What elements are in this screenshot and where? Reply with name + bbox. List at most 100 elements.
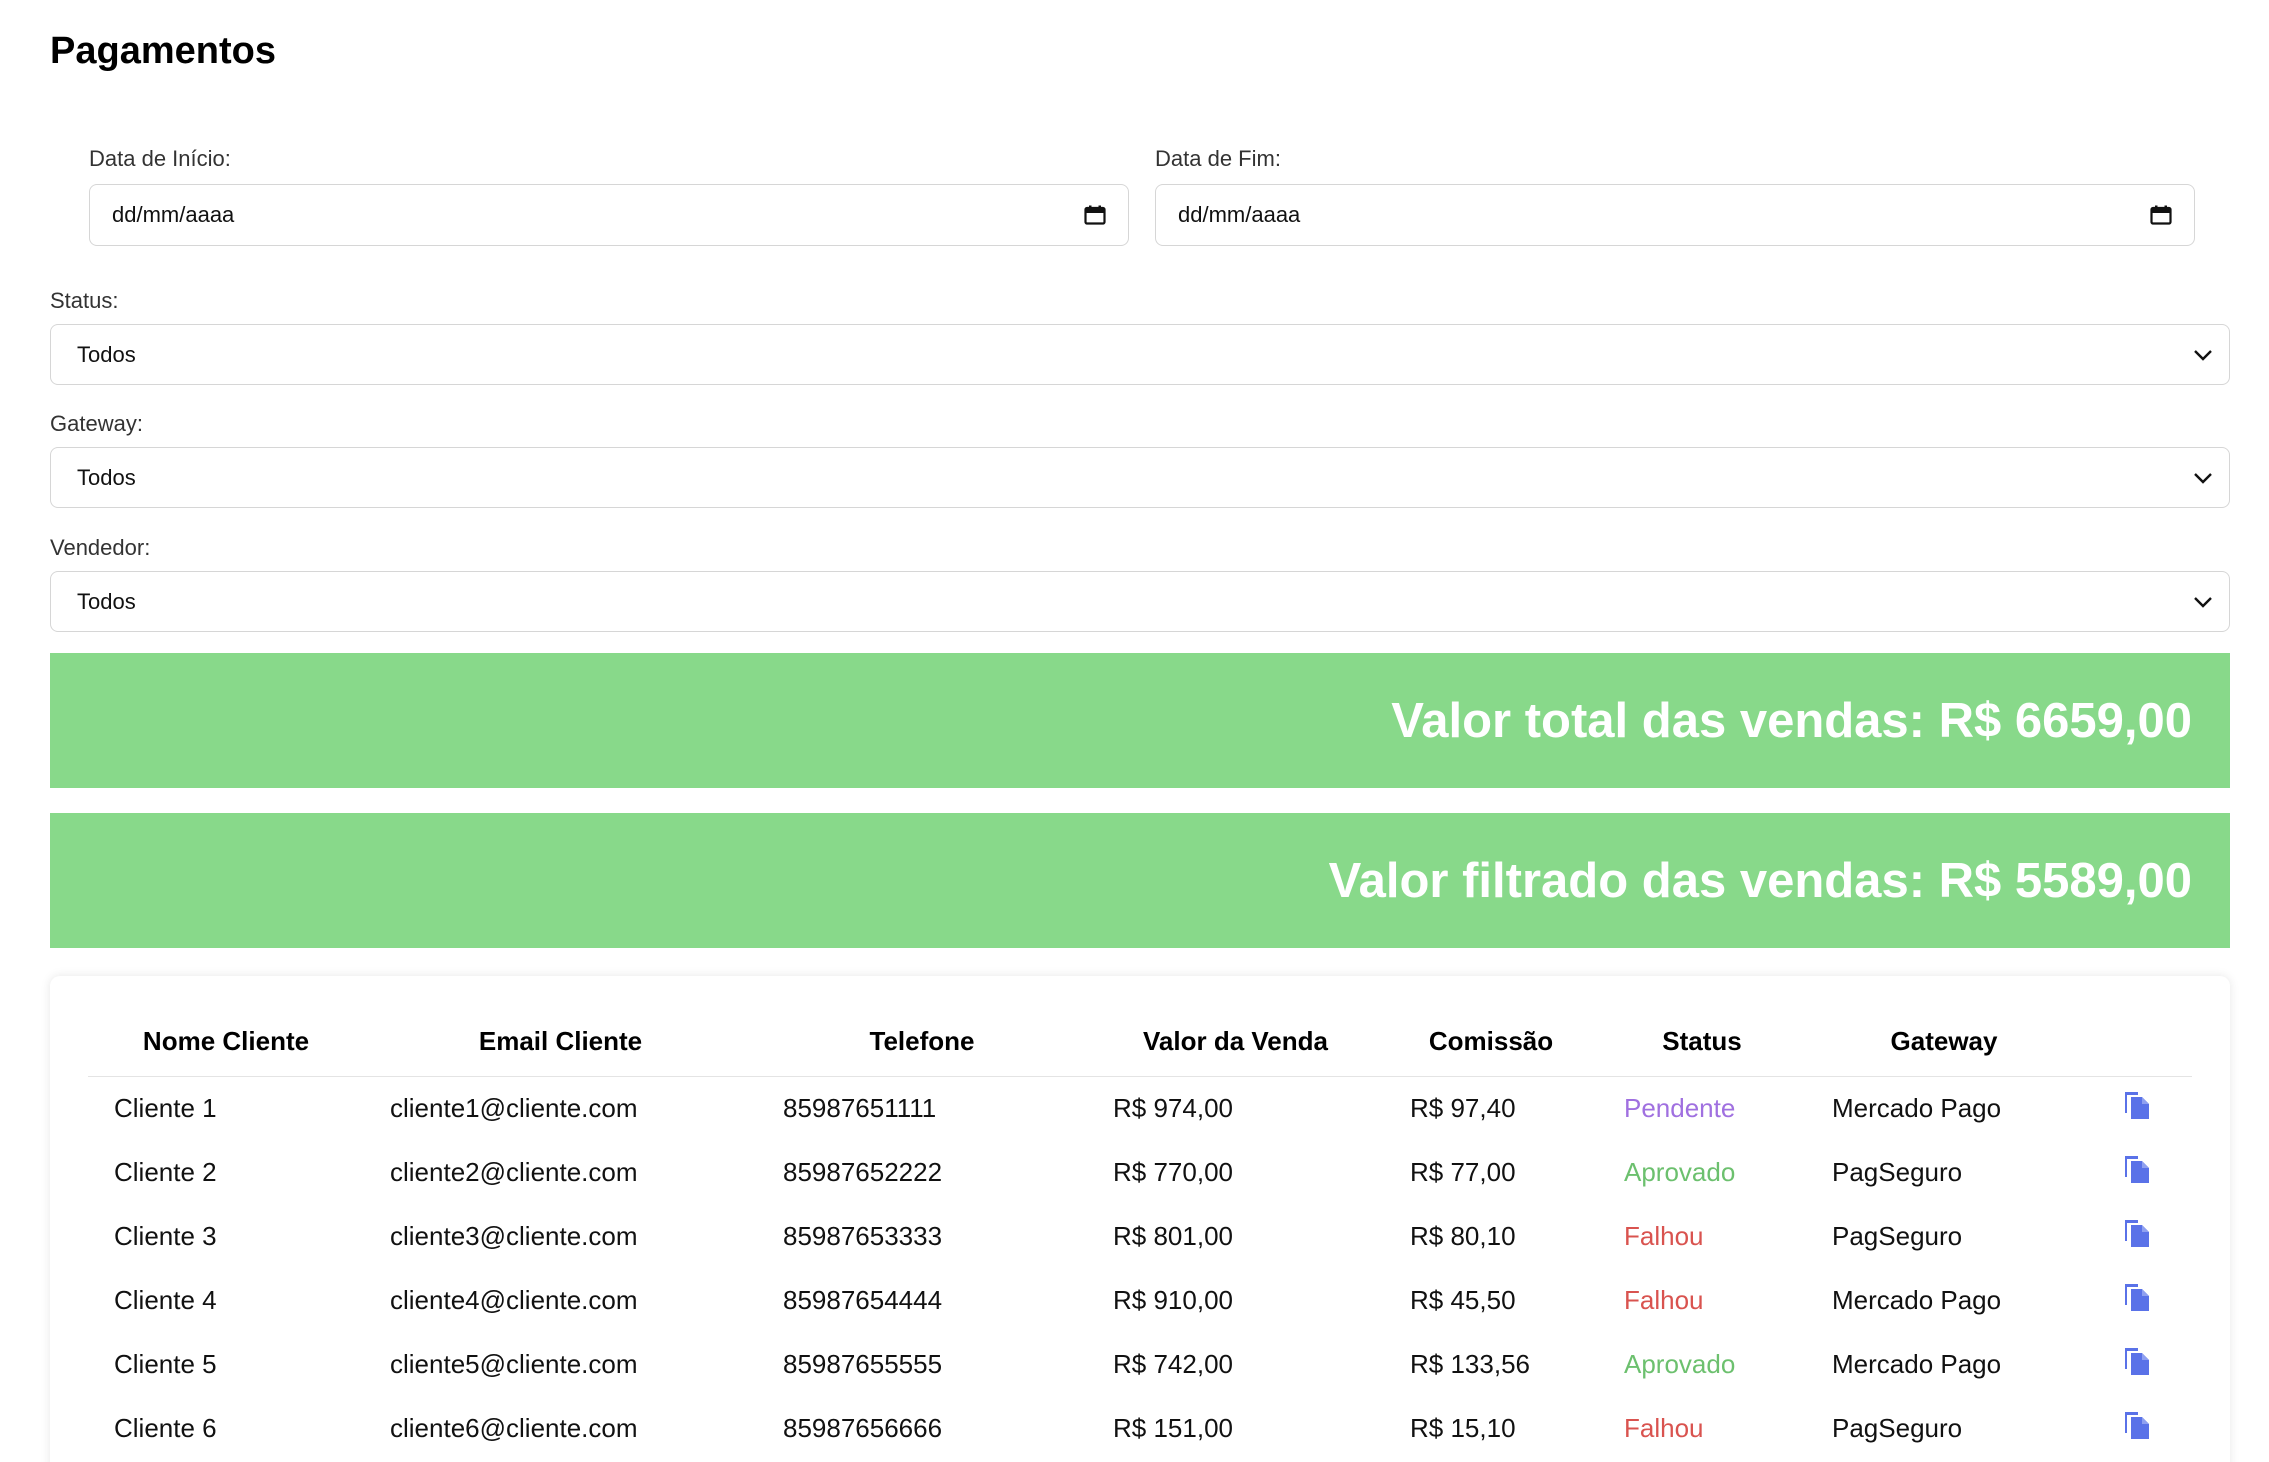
gateway-select[interactable]: Todos [50,447,2230,508]
cell-client-email: cliente5@cliente.com [390,1348,638,1379]
payments-table-card: Nome Cliente Email Cliente Telefone Valor d… [50,976,2230,1462]
table-row: Cliente 1 cliente1@cliente.com 85987651111… [88,1076,2192,1140]
start-date-input[interactable]: dd/mm/aaaa [89,184,1129,246]
cell-gateway: Mercado Pago [1832,1092,2002,1123]
cell-actions [2082,1140,2192,1204]
cell-client-email: cliente3@cliente.com [390,1220,638,1251]
header-nome-cliente: Nome Cliente [88,1008,364,1077]
total-sales-text: Valor total das vendas: R$ 6659,00 [1391,693,2192,748]
page-title: Pagamentos [50,30,276,72]
cell-actions [2082,1332,2192,1396]
cell-client-email: cliente6@cliente.com [390,1412,638,1443]
end-date-value: dd/mm/aaaa [1178,202,1301,227]
cell-phone: 85987651111 [783,1092,937,1123]
cell-client-email: cliente2@cliente.com [390,1156,638,1187]
table-row: Cliente 6 cliente6@cliente.com 85987656666… [88,1396,2192,1460]
cell-sale-value: R$ 770,00 [1113,1156,1233,1187]
cell-commission: R$ 133,56 [1410,1348,1530,1379]
vendedor-selected: Todos [77,588,136,614]
status-select[interactable]: Todos [50,324,2230,385]
cell-phone: 85987655555 [783,1348,943,1379]
table-body: Cliente 1 cliente1@cliente.com 85987651111… [88,1076,2192,1460]
chevron-down-icon [2193,349,2213,361]
end-date-group: Data de Fim: dd/mm/aaaa [1155,146,2195,246]
header-email-cliente: Email Cliente [364,1008,757,1077]
calendar-icon[interactable] [1084,205,1106,225]
header-telefone: Telefone [757,1008,1087,1077]
copy-icon[interactable] [2122,1409,2152,1448]
cell-client-email: cliente4@cliente.com [390,1284,638,1315]
cell-client-name: Cliente 1 [114,1092,217,1123]
cell-commission: R$ 45,50 [1410,1284,1516,1315]
copy-icon[interactable] [2122,1281,2152,1320]
gateway-filter: Gateway: Todos [50,411,2230,508]
copy-icon[interactable] [2122,1217,2152,1256]
cell-commission: R$ 80,10 [1410,1220,1516,1251]
status-selected: Todos [77,341,136,367]
cell-commission: R$ 77,00 [1410,1156,1516,1187]
cell-sale-value: R$ 151,00 [1113,1412,1233,1443]
header-status: Status [1598,1008,1806,1077]
cell-gateway: PagSeguro [1832,1412,1963,1443]
start-date-value: dd/mm/aaaa [112,202,235,227]
cell-gateway: PagSeguro [1832,1220,1963,1251]
cell-phone: 85987656666 [783,1412,943,1443]
total-sales-banner: Valor total das vendas: R$ 6659,00 [50,653,2230,788]
cell-client-name: Cliente 3 [114,1220,217,1251]
cell-client-email: cliente1@cliente.com [390,1092,638,1123]
filtered-sales-banner: Valor filtrado das vendas: R$ 5589,00 [50,813,2230,948]
chevron-down-icon [2193,472,2213,484]
table-row: Cliente 3 cliente3@cliente.com 85987653333… [88,1204,2192,1268]
end-date-input[interactable]: dd/mm/aaaa [1155,184,2195,246]
start-date-group: Data de Início: dd/mm/aaaa [89,146,1129,246]
table-row: Cliente 4 cliente4@cliente.com 85987654444… [88,1268,2192,1332]
cell-gateway: Mercado Pago [1832,1284,2002,1315]
payments-table: Nome Cliente Email Cliente Telefone Valor d… [88,1008,2192,1460]
cell-sale-value: R$ 742,00 [1113,1348,1233,1379]
calendar-icon[interactable] [2150,205,2172,225]
cell-sale-value: R$ 910,00 [1113,1284,1233,1315]
cell-actions [2082,1268,2192,1332]
filtered-sales-text: Valor filtrado das vendas: R$ 5589,00 [1328,853,2192,908]
table-row: Cliente 5 cliente5@cliente.com 85987655555… [88,1332,2192,1396]
cell-sale-value: R$ 974,00 [1113,1092,1233,1123]
vendedor-select[interactable]: Todos [50,571,2230,632]
date-filters: Data de Início: dd/mm/aaaa Data de Fim: … [89,146,2195,246]
end-date-label: Data de Fim: [1155,146,1281,171]
cell-sale-value: R$ 801,00 [1113,1220,1233,1251]
copy-icon[interactable] [2122,1089,2152,1128]
cell-status: Aprovado [1624,1156,1736,1187]
vendedor-label: Vendedor: [50,535,151,560]
cell-commission: R$ 97,40 [1410,1092,1516,1123]
gateway-label: Gateway: [50,411,143,436]
cell-actions [2082,1204,2192,1268]
copy-icon[interactable] [2122,1153,2152,1192]
cell-client-name: Cliente 4 [114,1284,217,1315]
copy-icon[interactable] [2122,1345,2152,1384]
cell-phone: 85987653333 [783,1220,943,1251]
cell-gateway: PagSeguro [1832,1156,1963,1187]
cell-status: Aprovado [1624,1348,1736,1379]
cell-actions [2082,1076,2192,1140]
cell-commission: R$ 15,10 [1410,1412,1516,1443]
cell-gateway: Mercado Pago [1832,1348,2002,1379]
cell-client-name: Cliente 5 [114,1348,217,1379]
cell-status: Falhou [1624,1284,1704,1315]
header-gateway: Gateway [1806,1008,2082,1077]
vendedor-filter: Vendedor: Todos [50,535,2230,632]
gateway-selected: Todos [77,464,136,490]
cell-actions [2082,1396,2192,1460]
status-filter: Status: Todos [50,288,2230,385]
cell-client-name: Cliente 2 [114,1156,217,1187]
cell-status: Falhou [1624,1412,1704,1443]
table-header-row: Nome Cliente Email Cliente Telefone Valor d… [88,1008,2192,1077]
payments-page: Pagamentos Data de Início: dd/mm/aaaa Da… [0,0,2269,1462]
cell-phone: 85987652222 [783,1156,943,1187]
cell-status: Falhou [1624,1220,1704,1251]
cell-phone: 85987654444 [783,1284,943,1315]
header-comissao: Comissão [1384,1008,1598,1077]
cell-status: Pendente [1624,1092,1736,1123]
table-row: Cliente 2 cliente2@cliente.com 85987652222… [88,1140,2192,1204]
cell-client-name: Cliente 6 [114,1412,217,1443]
status-label: Status: [50,288,119,313]
